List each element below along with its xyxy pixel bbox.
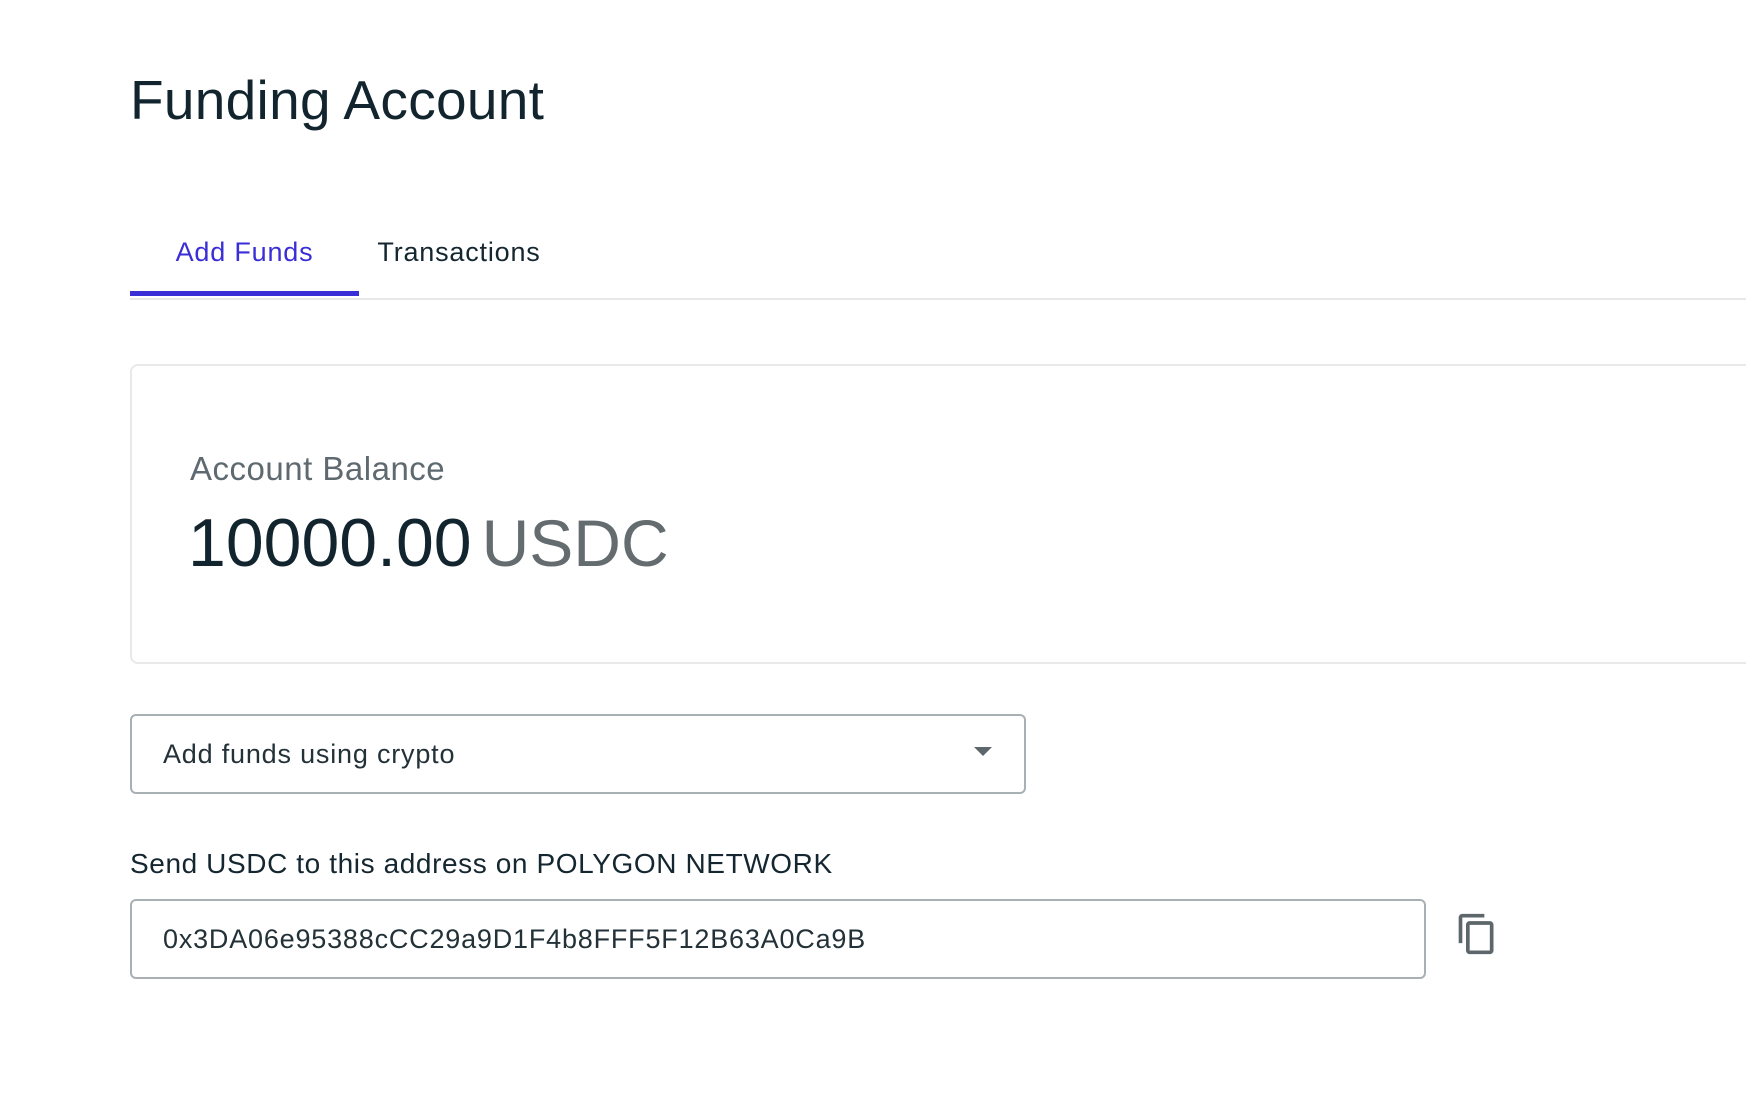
balance-card: Account Balance 10000.00 USDC	[130, 364, 1746, 664]
deposit-address-field[interactable]: 0x3DA06e95388cCC29a9D1F4b8FFF5F12B63A0Ca…	[130, 899, 1426, 979]
tab-transactions[interactable]: Transactions	[359, 208, 559, 296]
copy-icon	[1458, 913, 1494, 955]
chevron-down-icon	[974, 747, 992, 756]
deposit-address-label: Send USDC to this address on POLYGON NET…	[130, 848, 833, 879]
funding-method-select[interactable]: Add funds using crypto	[130, 714, 1026, 794]
tab-bar: Add Funds Transactions	[130, 208, 1746, 300]
balance-label: Account Balance	[190, 450, 446, 487]
copy-address-button[interactable]	[1455, 912, 1499, 956]
page-title: Funding Account	[130, 69, 545, 131]
deposit-address-value: 0x3DA06e95388cCC29a9D1F4b8FFF5F12B63A0Ca…	[163, 924, 867, 954]
funding-method-value: Add funds using crypto	[163, 739, 456, 769]
balance-currency: USDC	[481, 506, 669, 580]
balance-amount: 10000.00	[188, 505, 472, 581]
tab-add-funds[interactable]: Add Funds	[130, 208, 359, 296]
balance-value: 10000.00 USDC	[188, 504, 669, 582]
